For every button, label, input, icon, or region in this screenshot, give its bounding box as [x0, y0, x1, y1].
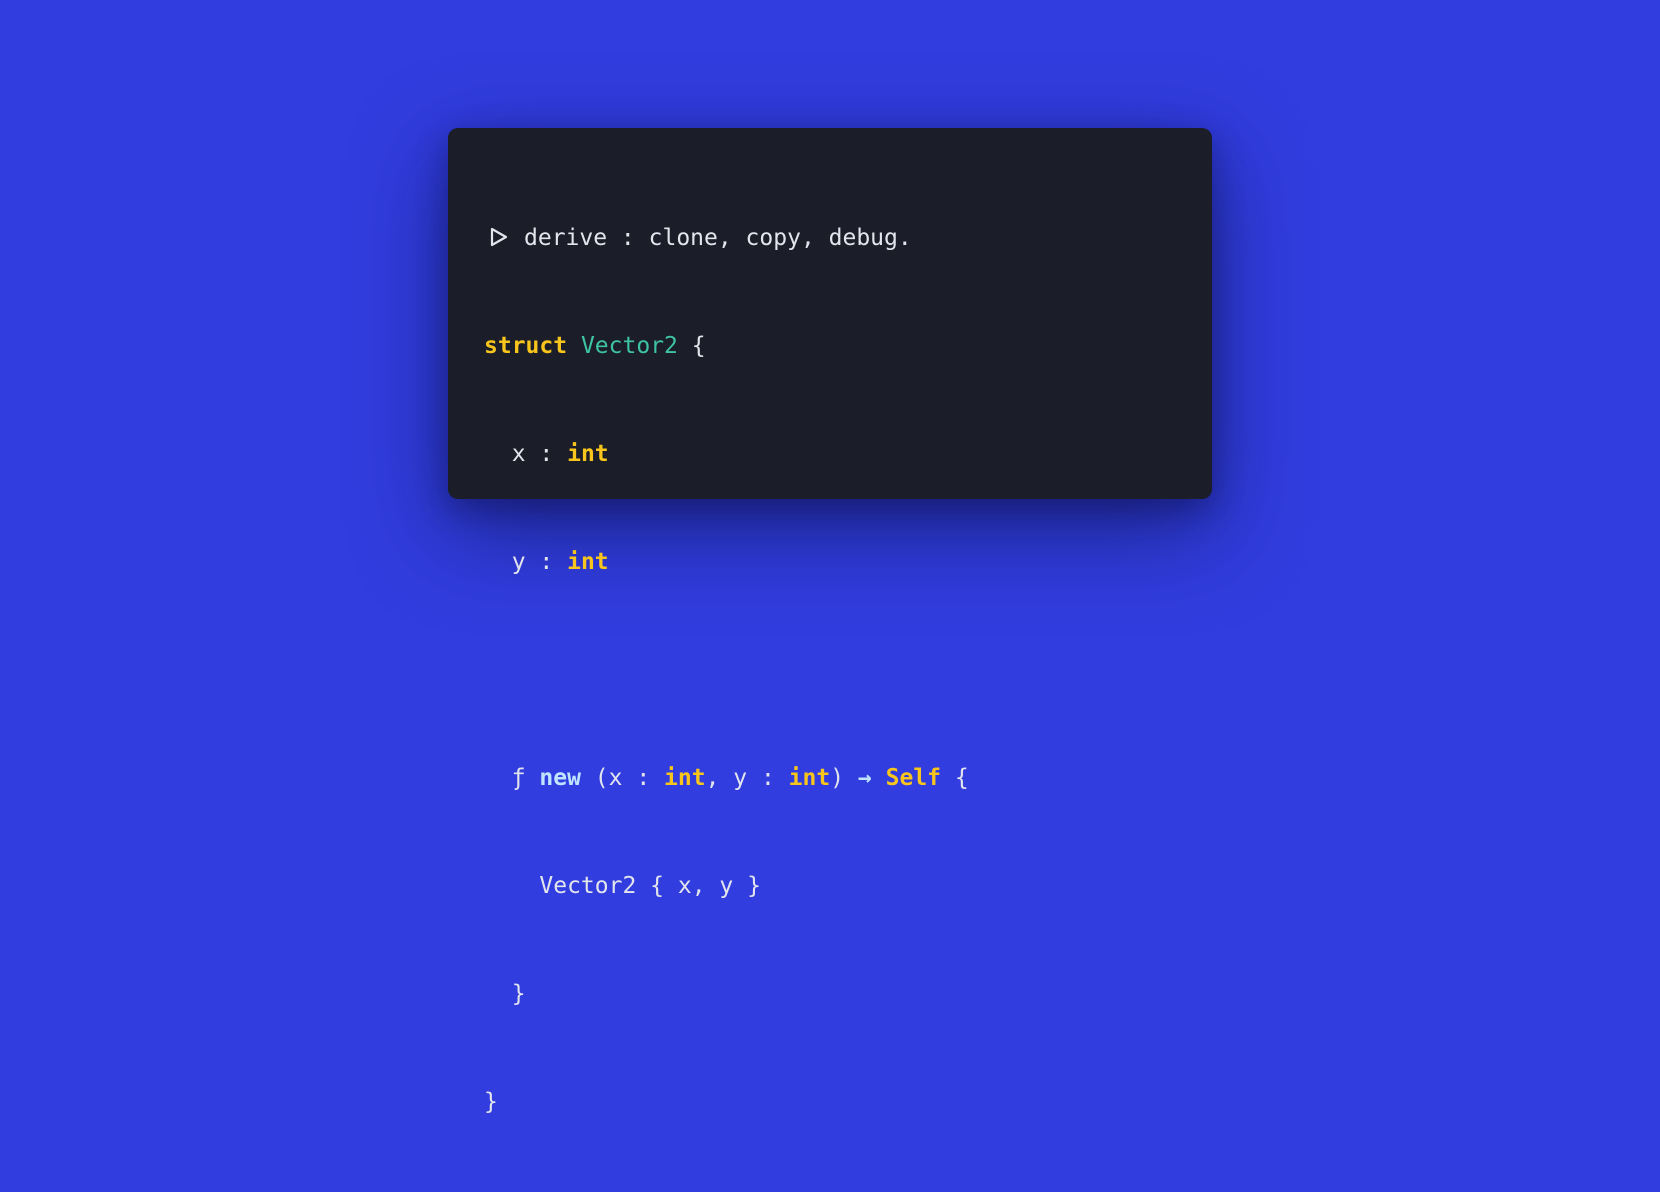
- code-line-fn-close: }: [484, 976, 1212, 1012]
- fn-symbol: ƒ: [484, 765, 540, 791]
- code-line-field-y: y : int: [484, 544, 1212, 580]
- fn-close-brace: }: [484, 981, 526, 1007]
- code-line-fn-signature: ƒ new (x : int, y : int) → Self {: [484, 760, 1212, 796]
- struct-name: Vector2: [580, 333, 678, 359]
- field-x-type: int: [567, 441, 609, 467]
- param-y-type: int: [788, 765, 831, 791]
- play-icon[interactable]: [490, 227, 508, 247]
- param-open: (x :: [580, 765, 665, 791]
- code-line-field-x: x : int: [484, 436, 1212, 472]
- code-line-body: Vector2 { x, y }: [484, 868, 1212, 904]
- open-brace: {: [677, 333, 706, 359]
- param-close: ): [830, 765, 858, 791]
- annotation-text: derive : clone, copy, debug.: [524, 225, 912, 251]
- fn-open-brace: {: [941, 765, 969, 791]
- field-y-name: y :: [484, 549, 568, 575]
- param-separator: , y :: [705, 765, 789, 791]
- field-x-name: x :: [484, 441, 568, 467]
- return-type: Self: [885, 765, 942, 791]
- code-window: derive : clone, copy, debug. struct Vect…: [448, 128, 1212, 1115]
- code-block: derive : clone, copy, debug. struct Vect…: [484, 148, 1212, 1192]
- field-y-type: int: [567, 549, 609, 575]
- param-x-type: int: [664, 765, 706, 791]
- code-line-struct: struct Vector2 {: [484, 328, 1212, 364]
- fn-name: new: [539, 765, 581, 791]
- body-line: Vector2 { x, y }: [484, 873, 761, 899]
- return-arrow: →: [857, 765, 872, 791]
- code-line-annotation: derive : clone, copy, debug.: [484, 220, 1212, 256]
- struct-close-brace: }: [484, 1089, 498, 1115]
- code-line-struct-close: }: [484, 1084, 1212, 1120]
- return-space: [872, 765, 886, 791]
- struct-keyword: struct: [484, 333, 568, 359]
